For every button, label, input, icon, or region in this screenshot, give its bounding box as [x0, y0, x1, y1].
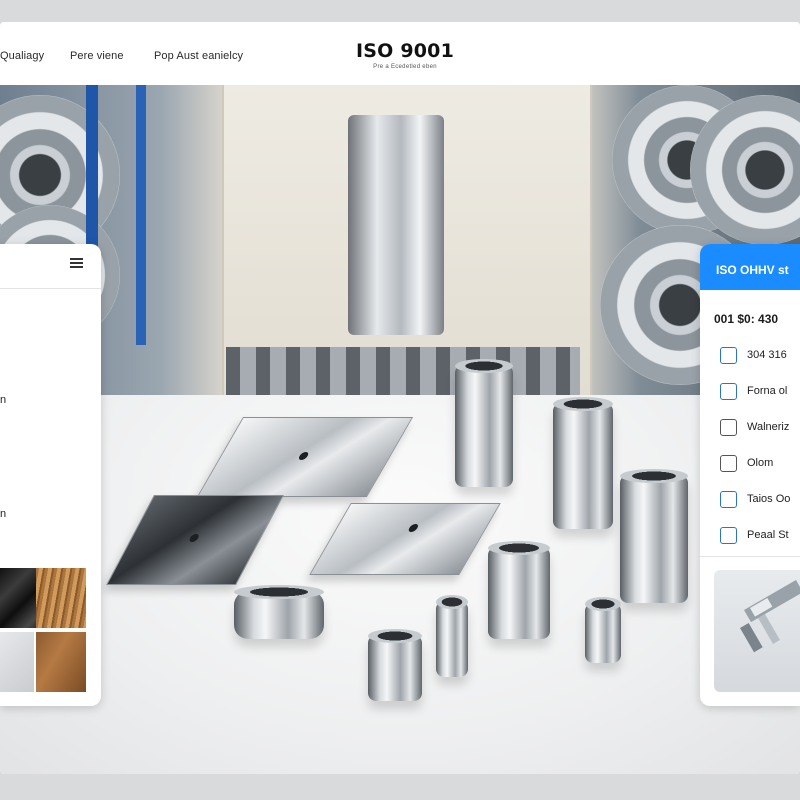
checkbox[interactable] — [720, 526, 737, 544]
machined-bracket — [234, 585, 324, 639]
material-swatches — [0, 568, 90, 692]
filter-option-olom[interactable]: Olom — [720, 453, 773, 473]
filter-option-walneriz[interactable]: Walneriz — [720, 417, 789, 437]
brand-block[interactable]: ISO 9001 Pre a Ecedetled eben — [356, 40, 454, 70]
nav-link-qualiagy[interactable]: Qualiagy — [0, 50, 44, 62]
steel-plate — [196, 417, 414, 497]
hero-factory-image — [0, 85, 800, 395]
left-panel: n n — [0, 244, 101, 706]
filter-option-label: 304 316 — [747, 349, 787, 361]
steel-cylinder — [553, 397, 613, 529]
filter-option-label: Olom — [747, 457, 774, 469]
swatch-copper[interactable] — [36, 632, 86, 692]
steel-plate — [309, 503, 501, 575]
swatch-bronze[interactable] — [36, 568, 86, 628]
steel-cylinder — [455, 359, 513, 487]
checkbox[interactable] — [720, 490, 737, 508]
steel-plate-dark — [106, 495, 284, 585]
filter-option-304-316[interactable]: 304 316 — [720, 345, 787, 365]
filter-code: 001 $0: 430 — [714, 312, 779, 326]
filter-option-label: Walneriz — [747, 421, 790, 433]
press-ram-image — [348, 115, 444, 335]
filter-option-label: Taios Oo — [747, 493, 791, 505]
metal-parts-image — [0, 359, 800, 774]
filter-header: ISO OHHV st — [700, 244, 800, 290]
filter-option-taios-oo[interactable]: Taios Oo — [720, 489, 790, 509]
left-panel-item[interactable]: n — [0, 394, 6, 406]
filter-option-label: Peaal St — [747, 529, 789, 541]
nav-link-pop-aust[interactable]: Pop Aust eanielcy — [154, 50, 243, 62]
hamburger-menu-icon[interactable] — [70, 258, 83, 268]
rack-image — [136, 85, 146, 345]
steel-cylinder — [620, 469, 688, 603]
checkbox[interactable] — [720, 418, 737, 436]
brand-subtitle: Pre a Ecedetled eben — [373, 64, 437, 70]
caliper-image — [714, 570, 800, 692]
filter-option-peaal-st[interactable]: Peaal St — [720, 525, 789, 545]
press-bed-image — [226, 347, 580, 395]
filter-option-forna-ol[interactable]: Forna ol — [720, 381, 787, 401]
steel-cylinder — [488, 541, 550, 639]
left-panel-item[interactable]: n — [0, 508, 6, 520]
filter-option-label: Forna ol — [747, 385, 788, 397]
steel-cylinder — [368, 629, 422, 701]
brand-title: ISO 9001 — [356, 40, 455, 62]
caliper-icon — [740, 580, 800, 653]
right-filter-panel: ISO OHHV st 001 $0: 430 304 316 Forna ol… — [700, 244, 800, 706]
checkbox[interactable] — [720, 454, 737, 472]
swatch-aluminum[interactable] — [0, 632, 34, 692]
steel-cylinder — [436, 595, 468, 677]
top-nav: Qualiagy Pere viene Pop Aust eanielcy IS… — [0, 22, 800, 85]
page-frame: Qualiagy Pere viene Pop Aust eanielcy IS… — [0, 22, 800, 774]
checkbox[interactable] — [720, 382, 737, 400]
nav-link-pere-viene[interactable]: Pere viene — [70, 50, 124, 62]
steel-cylinder — [585, 597, 621, 663]
divider — [0, 288, 101, 289]
divider — [700, 556, 800, 557]
checkbox[interactable] — [720, 346, 737, 364]
